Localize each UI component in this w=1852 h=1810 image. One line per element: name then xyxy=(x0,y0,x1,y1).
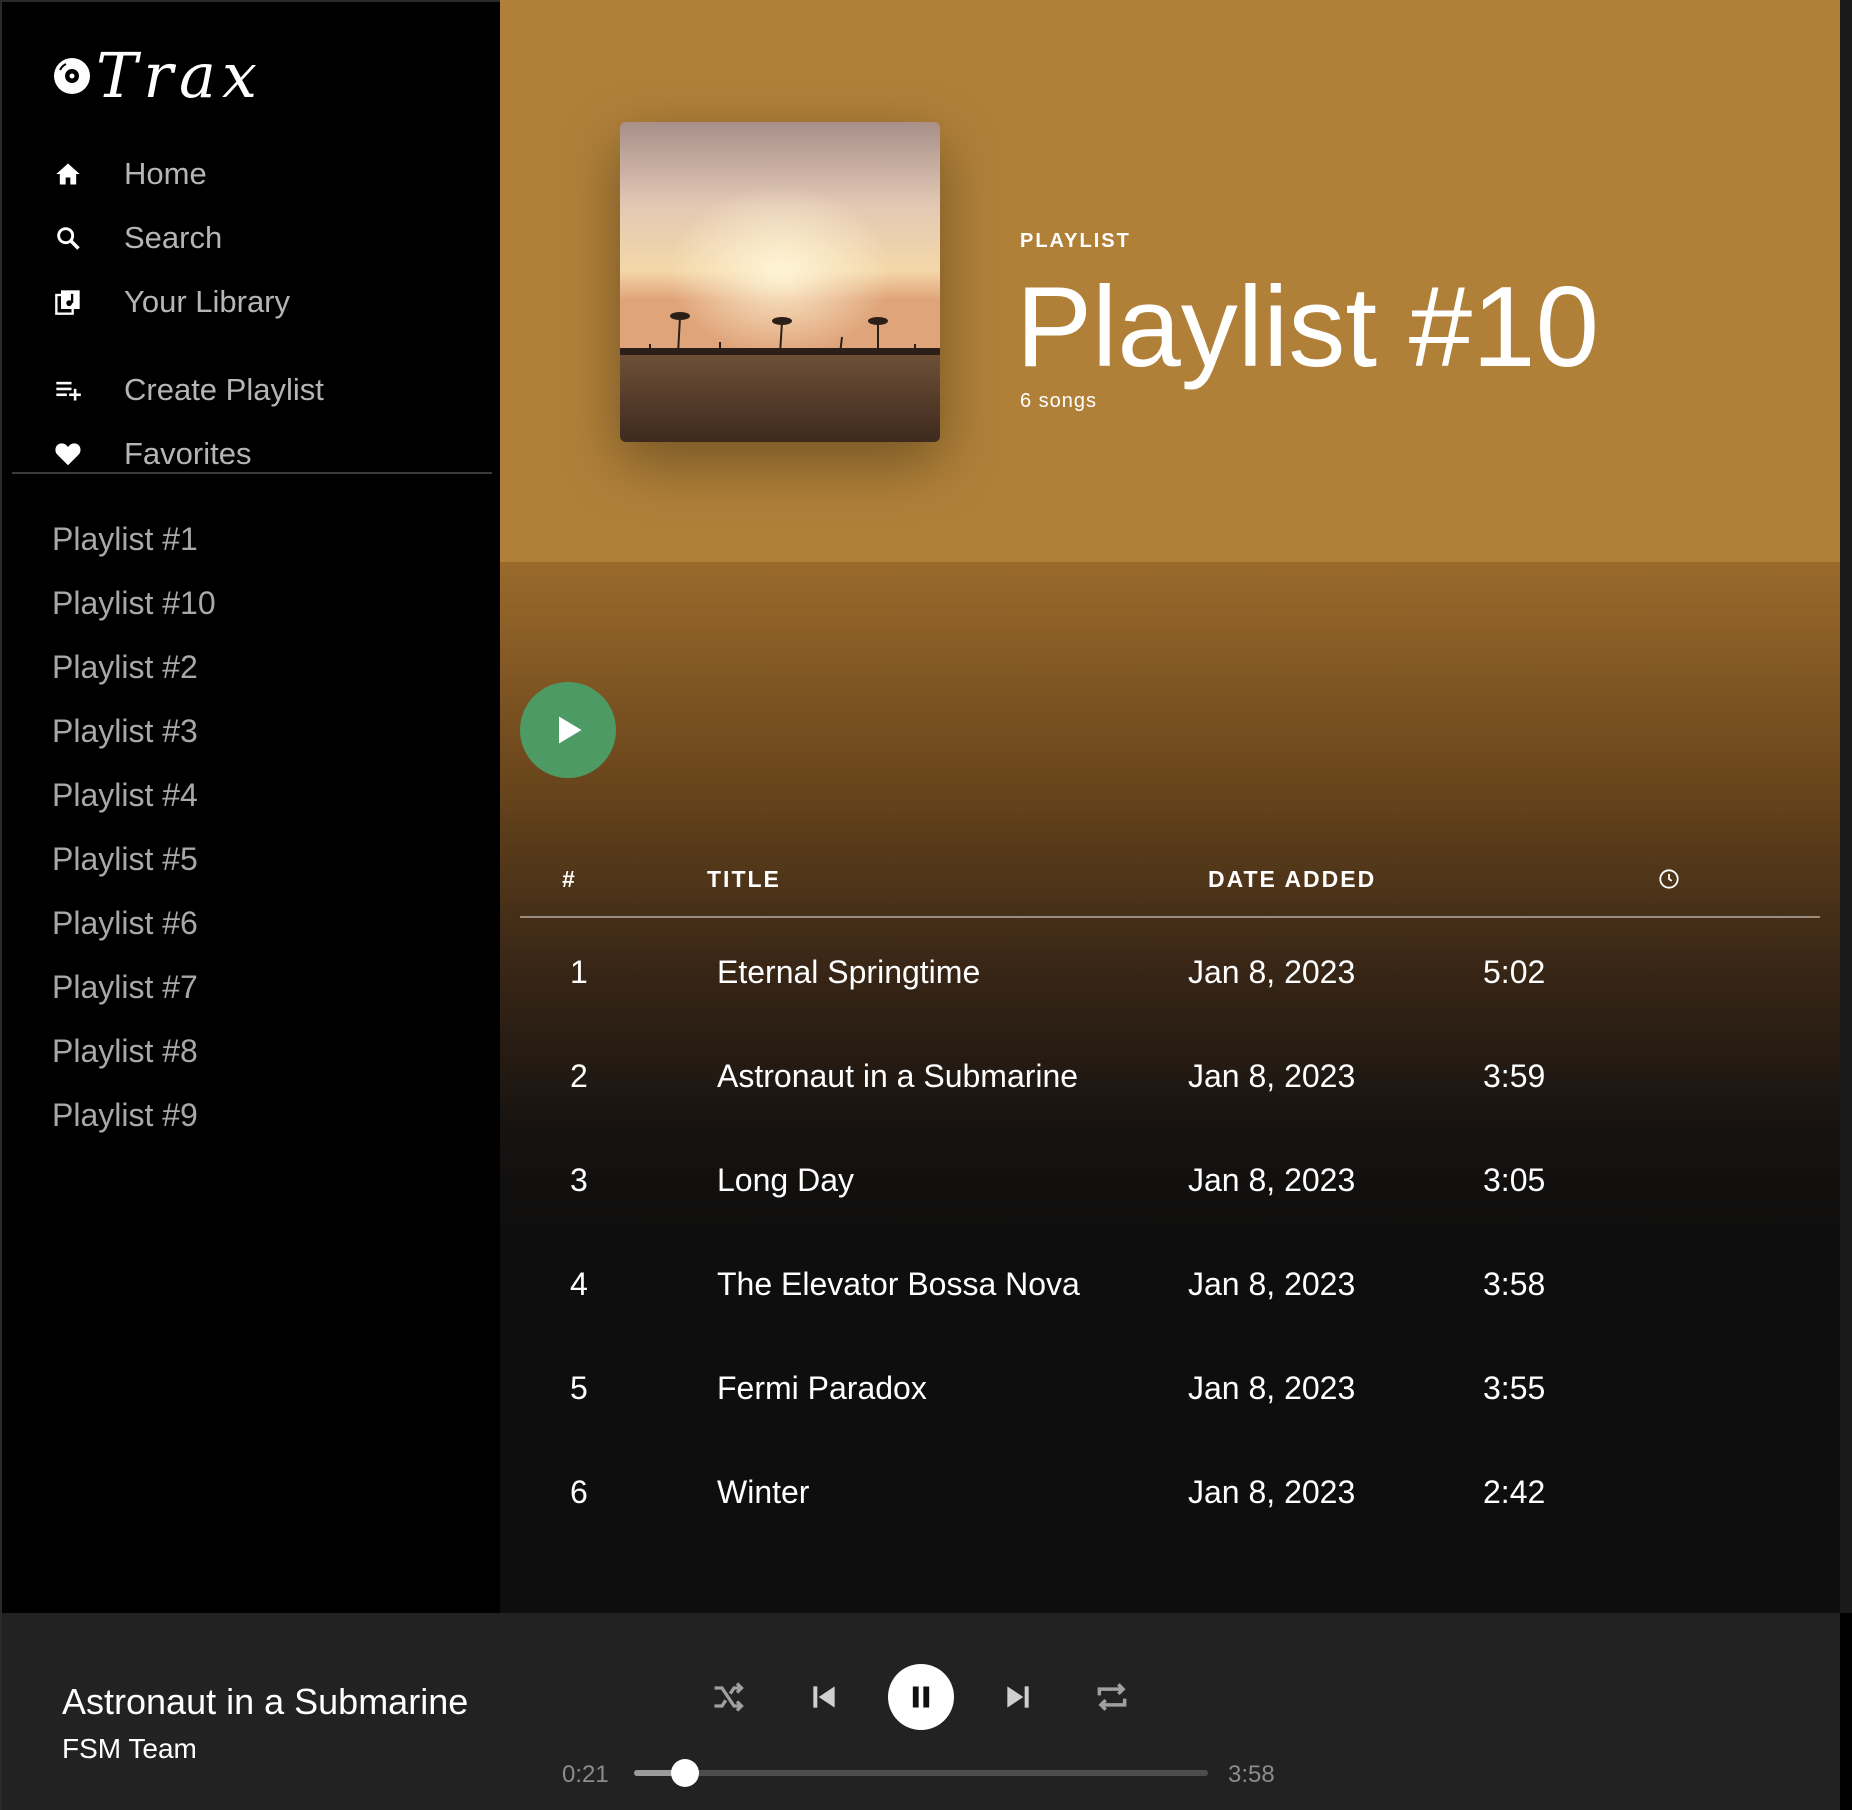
total-time: 3:58 xyxy=(1228,1761,1275,1788)
playlist-view: PLAYLIST Playlist #10 6 songs # TITLE DA… xyxy=(500,0,1840,1613)
track-number: 1 xyxy=(570,954,588,990)
library-icon xyxy=(52,286,84,318)
main-nav: Home Search Your Library Create Playlist xyxy=(52,142,482,486)
play-playlist-button[interactable] xyxy=(520,682,616,778)
track-date-added: Jan 8, 2023 xyxy=(1188,1370,1356,1406)
page-title: Playlist #10 xyxy=(1016,264,1599,391)
now-playing-artist: FSM Team xyxy=(62,1733,197,1764)
track-date-added: Jan 8, 2023 xyxy=(1188,1162,1356,1198)
nav-item-label: Your Library xyxy=(124,284,291,319)
sidebar-divider xyxy=(12,472,492,474)
sidebar-playlist-item[interactable]: Playlist #3 xyxy=(52,699,472,763)
sidebar-playlist-list: Playlist #1 Playlist #10 Playlist #2 Pla… xyxy=(52,507,472,1147)
table-row[interactable]: 2 Astronaut in a Submarine Jan 8, 2023 3… xyxy=(520,1024,1820,1128)
sidebar-playlist-item[interactable]: Playlist #9 xyxy=(52,1083,472,1147)
track-title: Eternal Springtime xyxy=(717,954,981,990)
nav-item-label: Create Playlist xyxy=(124,372,324,407)
track-date-added: Jan 8, 2023 xyxy=(1188,1266,1356,1302)
player-bar: Astronaut in a Submarine FSM Team 0:21 3… xyxy=(0,1613,1840,1810)
sidebar-playlist-item[interactable]: Playlist #8 xyxy=(52,1019,472,1083)
column-header-title: TITLE xyxy=(707,866,781,892)
sidebar-playlist-item[interactable]: Playlist #10 xyxy=(52,571,472,635)
shuffle-button[interactable] xyxy=(706,1675,750,1719)
app-window: Trax Home Search Your Library Create Pla… xyxy=(0,0,1852,1810)
track-date-added: Jan 8, 2023 xyxy=(1188,954,1356,990)
track-date-added: Jan 8, 2023 xyxy=(1188,1058,1356,1094)
main-scrollbar[interactable] xyxy=(1840,0,1852,1613)
pause-button[interactable] xyxy=(888,1664,954,1730)
playlist-add-icon xyxy=(52,374,84,406)
track-duration: 3:58 xyxy=(1483,1266,1546,1302)
nav-item-label: Favorites xyxy=(124,436,252,471)
sidebar-playlist-item[interactable]: Playlist #7 xyxy=(52,955,472,1019)
next-track-button[interactable] xyxy=(996,1675,1040,1719)
table-row[interactable]: 1 Eternal Springtime Jan 8, 2023 5:02 xyxy=(520,920,1820,1024)
track-title: The Elevator Bossa Nova xyxy=(717,1266,1080,1302)
nav-item-create-playlist[interactable]: Create Playlist xyxy=(52,358,482,422)
nav-item-search[interactable]: Search xyxy=(52,206,482,270)
table-row[interactable]: 3 Long Day Jan 8, 2023 3:05 xyxy=(520,1128,1820,1232)
track-title: Long Day xyxy=(717,1162,854,1198)
progress-track xyxy=(634,1770,1208,1776)
track-number: 2 xyxy=(570,1058,588,1094)
track-duration: 2:42 xyxy=(1483,1474,1546,1510)
repeat-icon xyxy=(1097,1683,1127,1711)
nav-item-label: Home xyxy=(124,156,207,191)
skip-next-icon xyxy=(1007,1686,1029,1708)
track-title: Winter xyxy=(717,1474,810,1510)
sidebar-playlist-item[interactable]: Playlist #2 xyxy=(52,635,472,699)
now-playing-title: Astronaut in a Submarine xyxy=(62,1681,469,1722)
track-duration: 5:02 xyxy=(1483,954,1546,990)
header-type-label: PLAYLIST xyxy=(1020,230,1131,252)
table-row[interactable]: 6 Winter Jan 8, 2023 2:42 xyxy=(520,1440,1820,1544)
progress-thumb[interactable] xyxy=(670,1759,699,1787)
sidebar: Trax Home Search Your Library Create Pla… xyxy=(0,0,500,1613)
track-number: 6 xyxy=(570,1474,588,1510)
column-header-number: # xyxy=(562,866,577,892)
app-logo[interactable]: Trax xyxy=(52,36,263,116)
home-icon xyxy=(52,158,84,190)
clock-icon xyxy=(1658,868,1680,896)
sidebar-playlist-item[interactable]: Playlist #1 xyxy=(52,507,472,571)
table-row[interactable]: 5 Fermi Paradox Jan 8, 2023 3:55 xyxy=(520,1336,1820,1440)
song-count: 6 songs xyxy=(1020,390,1098,412)
sidebar-playlist-item[interactable]: Playlist #5 xyxy=(52,827,472,891)
playlist-cover-image xyxy=(620,122,940,442)
nav-item-library[interactable]: Your Library xyxy=(52,270,482,334)
sidebar-playlist-item[interactable]: Playlist #4 xyxy=(52,763,472,827)
vinyl-disc-icon xyxy=(54,58,90,94)
play-icon xyxy=(559,716,582,744)
table-row[interactable]: 4 The Elevator Bossa Nova Jan 8, 2023 3:… xyxy=(520,1232,1820,1336)
track-date-added: Jan 8, 2023 xyxy=(1188,1474,1356,1510)
track-duration: 3:55 xyxy=(1483,1370,1546,1406)
sidebar-playlist-item[interactable]: Playlist #6 xyxy=(52,891,472,955)
track-duration: 3:59 xyxy=(1483,1058,1546,1094)
app-logo-text: Trax xyxy=(96,39,263,112)
track-title: Astronaut in a Submarine xyxy=(717,1058,1079,1094)
track-number: 3 xyxy=(570,1162,588,1198)
pause-icon xyxy=(912,1686,930,1708)
progress-slider[interactable] xyxy=(634,1759,1208,1787)
column-header-date-added: DATE ADDED xyxy=(1208,866,1377,892)
nav-item-favorites[interactable]: Favorites xyxy=(52,422,482,486)
previous-track-button[interactable] xyxy=(802,1675,846,1719)
track-title: Fermi Paradox xyxy=(717,1370,927,1406)
skip-previous-icon xyxy=(813,1686,835,1708)
elapsed-time: 0:21 xyxy=(562,1761,609,1788)
track-table-body: 1 Eternal Springtime Jan 8, 2023 5:02 2 … xyxy=(520,920,1820,1544)
search-icon xyxy=(52,222,84,254)
track-number: 4 xyxy=(570,1266,588,1302)
heart-icon xyxy=(52,438,84,470)
nav-item-label: Search xyxy=(124,220,223,255)
repeat-button[interactable] xyxy=(1090,1675,1134,1719)
shuffle-icon xyxy=(714,1682,744,1712)
nav-item-home[interactable]: Home xyxy=(52,142,482,206)
track-number: 5 xyxy=(570,1370,588,1406)
track-duration: 3:05 xyxy=(1483,1162,1546,1198)
track-table-header: # TITLE DATE ADDED xyxy=(520,858,1820,918)
